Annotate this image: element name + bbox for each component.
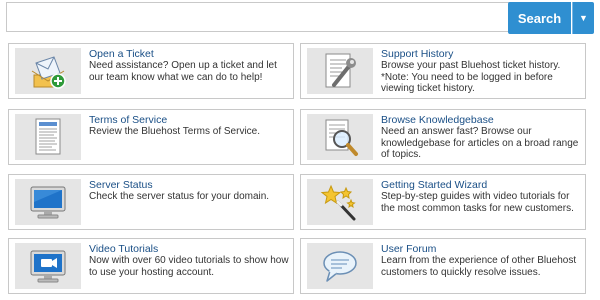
search-bar: Search ▼ <box>6 2 594 34</box>
card-description: Need assistance? Open up a ticket and le… <box>89 60 277 83</box>
card-server-status[interactable]: Server Status Check the server status fo… <box>8 174 294 230</box>
card-browse-knowledgebase[interactable]: Browse Knowledgebase Need an answer fast… <box>300 109 586 165</box>
magnifier-document-icon <box>307 114 373 160</box>
card-description: Learn from the experience of other Blueh… <box>381 255 577 278</box>
card-description: Browse your past Bluehost ticket history… <box>381 60 561 94</box>
card-description: Step-by-step guides with video tutorials… <box>381 191 574 214</box>
search-dropdown-button[interactable]: ▼ <box>572 2 594 34</box>
search-button[interactable]: Search <box>508 2 571 34</box>
document-icon <box>15 114 81 160</box>
card-title[interactable]: Video Tutorials <box>89 243 158 255</box>
card-title[interactable]: Browse Knowledgebase <box>381 114 494 126</box>
card-description: Check the server status for your domain. <box>89 191 270 202</box>
wand-stars-icon <box>307 179 373 225</box>
monitor-icon <box>15 179 81 225</box>
monitor-video-icon <box>15 243 81 289</box>
card-title[interactable]: User Forum <box>381 243 436 255</box>
card-user-forum[interactable]: User Forum Learn from the experience of … <box>300 238 586 294</box>
card-description: Now with over 60 video tutorials to show… <box>89 255 289 278</box>
envelope-plus-icon <box>15 48 81 94</box>
chevron-down-icon: ▼ <box>579 13 588 23</box>
card-description: Need an answer fast? Browse our knowledg… <box>381 126 579 160</box>
card-open-ticket[interactable]: Open a Ticket Need assistance? Open up a… <box>8 43 294 99</box>
card-title[interactable]: Terms of Service <box>89 114 167 126</box>
card-support-history[interactable]: Support History Browse your past Bluehos… <box>300 43 586 99</box>
document-wrench-icon <box>307 48 373 94</box>
card-title[interactable]: Server Status <box>89 179 153 191</box>
card-video-tutorials[interactable]: Video Tutorials Now with over 60 video t… <box>8 238 294 294</box>
card-title[interactable]: Open a Ticket <box>89 48 154 60</box>
card-title[interactable]: Getting Started Wizard <box>381 179 487 191</box>
search-input[interactable] <box>6 2 512 32</box>
speech-bubble-icon <box>307 243 373 289</box>
card-title[interactable]: Support History <box>381 48 453 60</box>
card-getting-started-wizard[interactable]: Getting Started Wizard Step-by-step guid… <box>300 174 586 230</box>
card-terms-of-service[interactable]: Terms of Service Review the Bluehost Ter… <box>8 109 294 165</box>
card-description: Review the Bluehost Terms of Service. <box>89 126 261 137</box>
